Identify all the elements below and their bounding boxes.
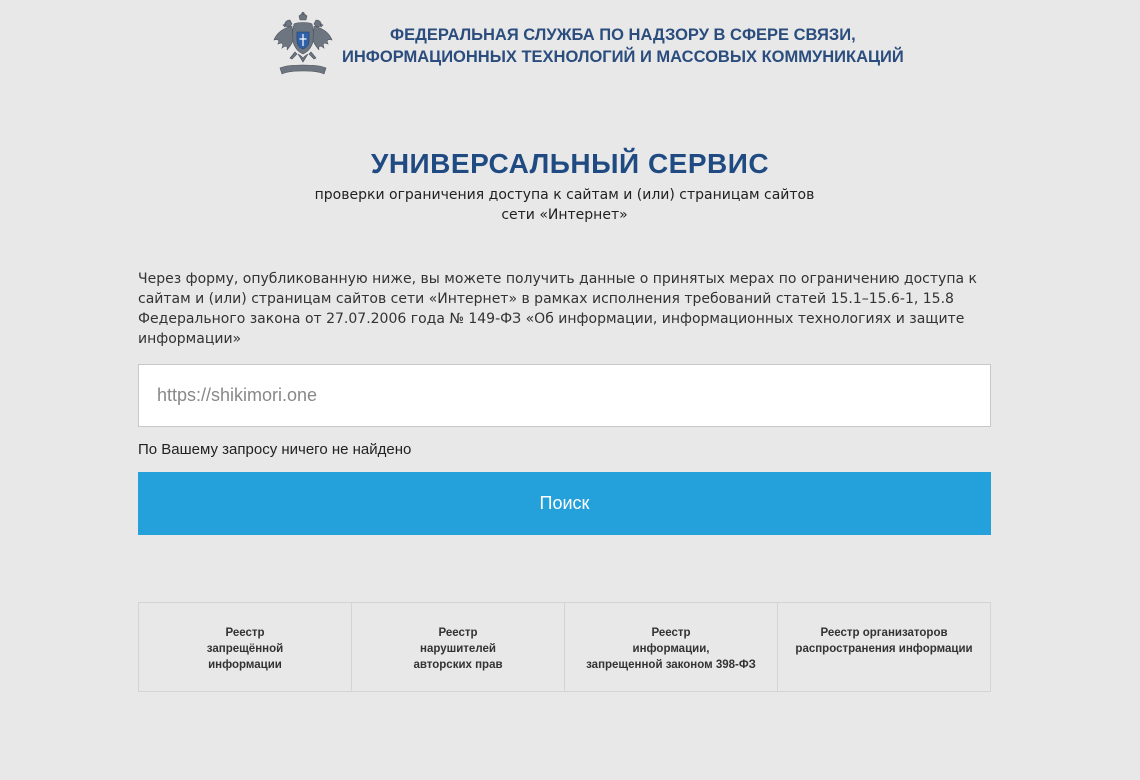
registry-link-398-fz[interactable]: Реестр информации, запрещенной законом 3…: [565, 603, 778, 691]
registry-link-info-distributors[interactable]: Реестр организаторов распространения инф…: [778, 603, 990, 691]
registry-label: Реестр нарушителей авторских прав: [413, 627, 503, 671]
org-name-line-1: ФЕДЕРАЛЬНАЯ СЛУЖБА ПО НАДЗОРУ В СФЕРЕ СВ…: [390, 26, 856, 44]
registry-label: Реестр организаторов распространения инф…: [795, 627, 973, 655]
org-name-line-2: ИНФОРМАЦИОННЫХ ТЕХНОЛОГИЙ И МАССОВЫХ КОМ…: [342, 48, 904, 66]
header: ФЕДЕРАЛЬНАЯ СЛУЖБА ПО НАДЗОРУ В СФЕРЕ СВ…: [272, 10, 904, 82]
page-title: УНИВЕРСАЛЬНЫЙ СЕРВИС: [370, 148, 770, 179]
service-description: Через форму, опубликованную ниже, вы мож…: [138, 271, 977, 347]
search-button[interactable]: Поиск: [138, 472, 991, 535]
double-headed-eagle-emblem-icon: [273, 12, 333, 75]
registry-link-prohibited-info[interactable]: Реестр запрещённой информации: [139, 603, 352, 691]
registry-link-copyright-violators[interactable]: Реестр нарушителей авторских прав: [352, 603, 565, 691]
organization-name: ФЕДЕРАЛЬНАЯ СЛУЖБА ПО НАДЗОРУ В СФЕРЕ СВ…: [342, 24, 904, 68]
registries-panel: Реестр запрещённой информации Реестр нар…: [138, 602, 991, 692]
registry-label: Реестр запрещённой информации: [206, 627, 284, 671]
search-result-message: По Вашему запросу ничего не найдено: [138, 441, 412, 458]
registry-label: Реестр информации, запрещенной законом 3…: [586, 627, 756, 671]
page-subtitle: проверки ограничения доступа к сайтам и …: [0, 185, 1129, 225]
subtitle-line-2: сети «Интернет»: [501, 207, 628, 223]
subtitle-line-1: проверки ограничения доступа к сайтам и …: [314, 187, 815, 203]
url-search-input[interactable]: https://shikimori.one: [138, 364, 991, 427]
